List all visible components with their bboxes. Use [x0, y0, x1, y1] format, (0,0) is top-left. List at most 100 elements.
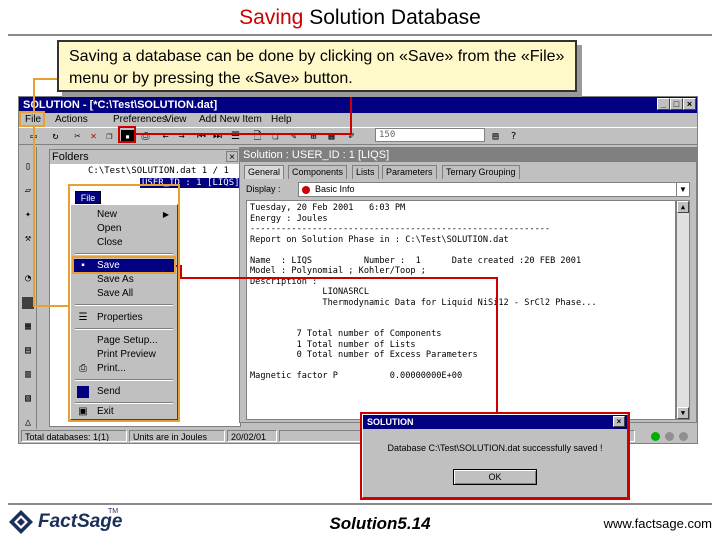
minimize-icon[interactable]: _ — [657, 98, 670, 110]
display-select[interactable]: Basic Info ▼ — [298, 182, 690, 197]
tree-solution-node[interactable]: USER_ID : 1 [LIQS] — [140, 178, 242, 188]
refresh-icon[interactable]: ↻ — [49, 130, 62, 143]
warning-icon[interactable]: △ — [22, 417, 34, 429]
menu-item-page-setup[interactable]: Page Setup... — [73, 334, 175, 348]
display-label: Display : — [246, 184, 281, 194]
menu-actions[interactable]: Actions — [55, 113, 88, 127]
factsage-logo-icon — [9, 510, 33, 534]
chevron-down-icon[interactable]: ▼ — [676, 183, 689, 196]
number-combo[interactable]: 150 — [375, 128, 485, 142]
menu-view[interactable]: View — [165, 113, 187, 127]
tab-lists[interactable]: Lists — [352, 165, 379, 179]
menu-item-open[interactable]: Open — [73, 222, 175, 236]
tab-parameters[interactable]: Parameters — [382, 165, 437, 179]
menu-separator — [75, 304, 173, 306]
menu-item-exit-label: Exit — [97, 406, 114, 417]
footer-divider — [8, 503, 712, 505]
report-scrollbar[interactable]: ▲ ▼ — [676, 200, 690, 420]
table-icon[interactable]: ▤ — [22, 345, 34, 357]
grid-small-icon[interactable]: ▦ — [22, 321, 34, 333]
copy-icon[interactable]: ❐ — [103, 130, 116, 143]
title-divider — [8, 34, 712, 36]
help-icon[interactable]: ? — [507, 130, 520, 143]
maximize-icon[interactable]: □ — [670, 98, 683, 110]
menu-item-save[interactable]: ▪ Save — [73, 259, 175, 273]
print-preview-icon — [77, 349, 89, 361]
exit-icon: ▣ — [78, 406, 88, 417]
menu-item-properties[interactable]: ☰ Properties — [73, 311, 175, 325]
list-icon[interactable]: ☰ — [229, 130, 242, 143]
basic-info-icon — [302, 186, 310, 194]
menu-item-send[interactable]: Send — [73, 385, 175, 399]
ok-button[interactable]: OK — [453, 469, 537, 485]
tree-database-node[interactable]: C:\Test\SOLUTION.dat 1 / 1 — [88, 166, 229, 176]
menu-help[interactable]: Help — [271, 113, 292, 127]
close-icon[interactable]: × — [683, 98, 696, 110]
page-setup-icon — [77, 335, 89, 347]
dialog-close-icon[interactable]: × — [613, 416, 625, 427]
submenu-arrow-icon: ▶ — [162, 210, 169, 219]
document-icon[interactable]: 🗋 — [251, 130, 264, 143]
connector-line — [33, 78, 35, 112]
callout-note: Saving a database can be done by clickin… — [57, 40, 577, 92]
solution-header: Solution : USER_ID : 1 [LIQS] — [240, 148, 696, 162]
tab-ternary-grouping[interactable]: Ternary Grouping — [442, 165, 520, 179]
save-all-icon — [77, 288, 89, 300]
menu-add-new-item[interactable]: Add New Item — [199, 113, 262, 127]
window-titlebar: SOLUTION - [*C:\Test\SOLUTION.dat] _ □ × — [19, 97, 697, 113]
menu-item-close[interactable]: Close — [73, 236, 175, 250]
save-icon[interactable]: ▪ — [121, 130, 134, 143]
file-menu-label[interactable]: File — [75, 191, 101, 204]
tree-icon[interactable]: ⊞ — [307, 130, 320, 143]
logo-trademark: TM — [108, 508, 119, 515]
scroll-down-icon[interactable]: ▼ — [677, 407, 689, 419]
status-light-off-icon-2 — [679, 432, 688, 441]
dialog-titlebar: SOLUTION × — [363, 415, 627, 429]
tab-general[interactable]: General — [244, 165, 285, 179]
save-as-icon — [77, 274, 89, 286]
status-date: 20/02/01 — [227, 430, 277, 442]
tab-components[interactable]: Components — [288, 165, 348, 179]
next-icon[interactable]: ⏭ — [211, 130, 224, 143]
menu-separator — [75, 379, 173, 381]
menu-item-save-label: Save — [97, 260, 120, 271]
slide-number: Solution5.14 — [329, 514, 431, 533]
menu-item-send-label: Send — [97, 386, 121, 397]
connector-line — [33, 127, 35, 307]
scroll-up-icon[interactable]: ▲ — [677, 201, 689, 213]
menu-item-open-label: Open — [97, 223, 122, 234]
copy-doc-icon[interactable]: ❏ — [269, 130, 282, 143]
edit-icon[interactable]: ✎ — [287, 130, 300, 143]
cut-icon[interactable]: ✂ — [71, 130, 84, 143]
forward-icon[interactable]: → — [175, 130, 188, 143]
calculator-icon[interactable]: ▤ — [489, 130, 502, 143]
connector-line — [33, 78, 59, 80]
delete-icon[interactable]: ✕ — [87, 130, 100, 143]
menu-item-save-all[interactable]: Save All — [73, 287, 175, 301]
factsage-logo: FactSage TM — [8, 508, 122, 536]
status-light-off-icon — [665, 432, 674, 441]
first-icon[interactable]: ⏮ — [195, 130, 208, 143]
columns-icon[interactable]: ▧ — [22, 393, 34, 405]
folders-title: Folders — [52, 151, 89, 163]
menu-item-print-preview[interactable]: Print Preview — [73, 348, 175, 362]
status-units: Units are in Joules — [129, 430, 225, 442]
menu-file[interactable]: File — [25, 113, 41, 127]
menu-item-new[interactable]: New ▶ — [73, 208, 175, 222]
menu-item-save-as-label: Save As — [97, 274, 134, 285]
menu-item-exit[interactable]: ▣ Exit — [73, 405, 175, 419]
folders-close-icon[interactable]: × — [226, 151, 238, 163]
save-icon: ▪ — [81, 260, 85, 271]
print-icon[interactable]: ⎙ — [139, 130, 152, 143]
back-icon[interactable]: ← — [159, 130, 172, 143]
send-icon — [77, 386, 89, 398]
menu-item-print[interactable]: ⎙ Print... — [73, 362, 175, 376]
chart-icon[interactable]: ▥ — [22, 369, 34, 381]
menu-item-properties-label: Properties — [97, 312, 143, 323]
grid-icon[interactable]: ▦ — [325, 130, 338, 143]
menu-item-save-as[interactable]: Save As — [73, 273, 175, 287]
website-url[interactable]: www.factsage.com — [560, 516, 712, 531]
title-rest: Solution Database — [303, 6, 481, 29]
menu-preferences[interactable]: Preferences — [113, 113, 167, 127]
dialog-title: SOLUTION — [367, 417, 414, 427]
